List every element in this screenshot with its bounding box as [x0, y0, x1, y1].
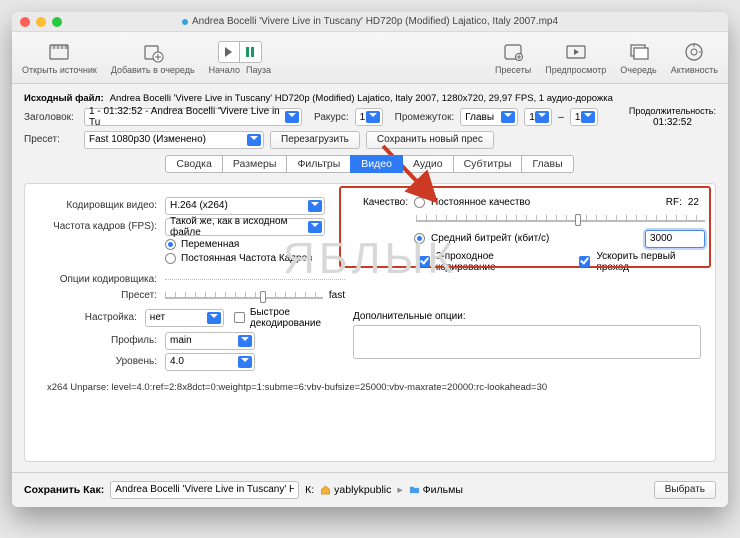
- cq-radio[interactable]: [414, 197, 425, 208]
- turbo-label: Ускорить первый проход: [596, 251, 705, 273]
- encoder-label: Кодировщик видео:: [35, 200, 157, 211]
- status-dot-icon: [182, 19, 188, 25]
- save-preset-button[interactable]: Сохранить новый прес: [366, 131, 494, 149]
- rf-value: 22: [688, 197, 699, 208]
- video-panel: Кодировщик видео: H.264 (x264) Частота к…: [24, 183, 716, 462]
- folder-icon: [409, 484, 420, 495]
- fps-label: Частота кадров (FPS):: [35, 221, 157, 232]
- queue-button[interactable]: Очередь: [620, 41, 656, 75]
- preview-icon: [564, 41, 588, 63]
- content: Исходный файл: Andrea Bocelli 'Vivere Li…: [12, 84, 728, 472]
- reload-preset-button[interactable]: Перезагрузить: [270, 131, 360, 149]
- enc-options-label: Опции кодировщика:: [35, 274, 157, 285]
- save-filename-input[interactable]: [110, 481, 299, 499]
- presets-icon: [501, 41, 525, 63]
- turbo-check[interactable]: [579, 256, 590, 267]
- quality-slider[interactable]: [416, 211, 705, 227]
- destination-folder[interactable]: Фильмы: [409, 484, 463, 496]
- preset-select[interactable]: Fast 1080p30 (Изменено): [84, 131, 264, 149]
- fps-select[interactable]: Такой же, как в исходном файле: [165, 218, 325, 236]
- fastdecode-check[interactable]: [234, 312, 245, 323]
- level-select[interactable]: 4.0: [165, 353, 255, 371]
- cq-label: Постоянное качество: [431, 197, 530, 208]
- fps-variable-label: Переменная: [181, 239, 239, 250]
- to-label: К:: [305, 484, 314, 496]
- fps-constant-label: Постоянная Частота Кадров: [181, 253, 313, 264]
- home-icon: [320, 484, 331, 495]
- avg-bitrate-label: Средний битрейт (кбит/с): [431, 233, 549, 244]
- app-window: Andrea Bocelli 'Vivere Live in Tuscany' …: [12, 12, 728, 507]
- start-button[interactable]: [218, 41, 240, 63]
- avg-bitrate-input[interactable]: [645, 230, 705, 248]
- pause-button[interactable]: [240, 41, 262, 63]
- minimize-icon[interactable]: [36, 17, 46, 27]
- tab-chapters[interactable]: Главы: [521, 155, 573, 173]
- source-value: Andrea Bocelli 'Vivere Live in Tuscany' …: [110, 93, 613, 104]
- titlebar: Andrea Bocelli 'Vivere Live in Tuscany' …: [12, 12, 728, 32]
- tabbar: Сводка Размеры Фильтры Видео Аудио Субти…: [24, 155, 716, 173]
- unparse-string: x264 Unparse: level=4.0:ref=2:8x8dct=0:w…: [47, 382, 705, 393]
- start-pause-segment: [218, 41, 262, 63]
- more-options-label: Дополнительные опции:: [353, 311, 466, 322]
- add-queue-icon: [141, 41, 165, 63]
- presets-button[interactable]: Пресеты: [495, 41, 531, 75]
- open-source-button[interactable]: Открыть источник: [22, 41, 97, 75]
- pause-icon: [246, 47, 254, 57]
- tab-filters[interactable]: Фильтры: [286, 155, 351, 173]
- quality-label: Качество:: [353, 197, 408, 208]
- queue-icon: [627, 41, 651, 63]
- toolbar: Открыть источник Добавить в очередь Нача…: [12, 32, 728, 84]
- tab-video[interactable]: Видео: [350, 155, 403, 173]
- level-label: Уровень:: [35, 356, 157, 367]
- window-title: Andrea Bocelli 'Vivere Live in Tuscany' …: [192, 16, 558, 27]
- tab-audio[interactable]: Аудио: [402, 155, 454, 173]
- preview-button[interactable]: Предпросмотр: [545, 41, 606, 75]
- title-label: Заголовок:: [24, 112, 78, 123]
- enc-preset-label: Пресет:: [35, 290, 157, 301]
- angle-select[interactable]: 1: [355, 108, 383, 126]
- activity-icon: [682, 41, 706, 63]
- duration-block: Продолжительность: 01:32:52: [629, 107, 716, 128]
- twopass-label: 2-проходное кодирование: [436, 251, 551, 273]
- preset-label: Пресет:: [24, 134, 78, 145]
- profile-label: Профиль:: [35, 335, 157, 346]
- tab-dimensions[interactable]: Размеры: [222, 155, 288, 173]
- enc-preset-slider[interactable]: [165, 288, 323, 304]
- tune-select[interactable]: нет: [145, 309, 224, 327]
- fastdecode-label: Быстрое декодирование: [250, 307, 345, 329]
- add-queue-button[interactable]: Добавить в очередь: [111, 41, 195, 75]
- fps-variable-radio[interactable]: [165, 239, 176, 250]
- range-to-select[interactable]: 1: [570, 108, 598, 126]
- film-icon: [47, 41, 71, 63]
- avg-bitrate-radio[interactable]: [414, 233, 425, 244]
- enc-preset-speed: fast: [329, 290, 345, 301]
- window-controls: [20, 17, 62, 27]
- twopass-check[interactable]: [419, 256, 430, 267]
- bottombar: Сохранить Как: К: yablykpublic ▸ Фильмы …: [12, 472, 728, 507]
- close-icon[interactable]: [20, 17, 30, 27]
- destination-user[interactable]: yablykpublic: [320, 484, 391, 496]
- range-from-select[interactable]: 1: [524, 108, 552, 126]
- play-icon: [225, 47, 232, 57]
- angle-label: Ракурс:: [314, 112, 349, 123]
- range-type-select[interactable]: Главы: [460, 108, 518, 126]
- tab-summary[interactable]: Сводка: [165, 155, 222, 173]
- rf-label: RF:: [666, 197, 682, 208]
- range-label: Промежуток:: [395, 112, 455, 123]
- save-as-label: Сохранить Как:: [24, 484, 104, 496]
- tab-subtitles[interactable]: Субтитры: [453, 155, 523, 173]
- fps-constant-radio[interactable]: [165, 253, 176, 264]
- more-options-field[interactable]: [353, 325, 701, 359]
- tune-label: Настройка:: [35, 312, 137, 323]
- zoom-icon[interactable]: [52, 17, 62, 27]
- source-label: Исходный файл:: [24, 93, 104, 104]
- profile-select[interactable]: main: [165, 332, 255, 350]
- activity-button[interactable]: Активность: [671, 41, 718, 75]
- encoder-select[interactable]: H.264 (x264): [165, 197, 325, 215]
- choose-button[interactable]: Выбрать: [654, 481, 716, 499]
- title-select[interactable]: 1 - 01:32:52 - Andrea Bocelli 'Vivere Li…: [84, 108, 302, 126]
